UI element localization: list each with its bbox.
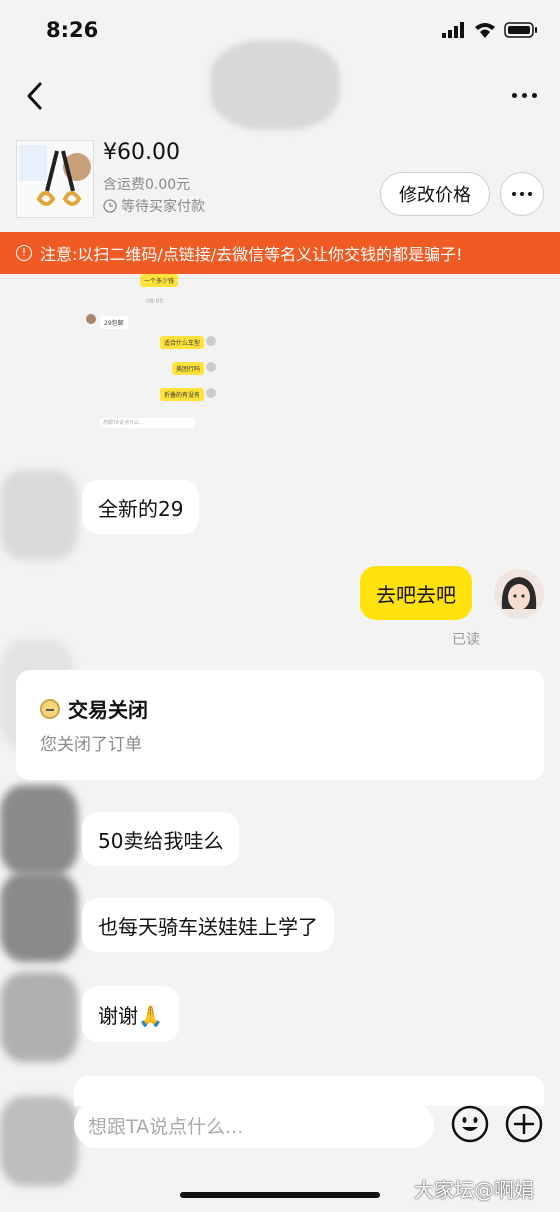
product-thumbnail[interactable] (16, 140, 94, 218)
mini-time: 08:00 (146, 298, 164, 305)
order-closed-subtitle: 您关闭了订单 (40, 735, 142, 755)
plus-icon[interactable] (504, 1104, 544, 1144)
more-options-icon[interactable] (504, 80, 544, 110)
mini-bubble: 一个多少钱 (140, 274, 179, 287)
scam-warning-banner: ! 注意:以扫二维码/点链接/去微信等名义让你交钱的都是骗子! (0, 232, 560, 274)
warning-text: 注意:以扫二维码/点链接/去微信等名义让你交钱的都是骗子! (40, 245, 463, 264)
smudge (210, 40, 340, 130)
warning-icon: ! (16, 245, 32, 261)
chat-message[interactable]: 去吧去吧 (360, 566, 472, 620)
avatar[interactable] (0, 1096, 78, 1186)
watermark-text: 大家坛@啊娟 (414, 1178, 534, 1202)
shared-screenshot-image[interactable]: 一个多少钱 08:00 29包邮 适合什么车型 美团行吗 折叠的有没有 想跟TA… (80, 274, 230, 434)
signal-icon (442, 22, 464, 38)
read-status: 已读 (452, 632, 480, 648)
shipping-text: 含运费0.00元 (103, 177, 191, 193)
order-status: 等待买家付款 (103, 196, 205, 216)
order-closed-label: 交易关闭 (68, 698, 148, 722)
wifi-icon (475, 23, 495, 38)
back-icon[interactable] (20, 78, 56, 114)
mini-msg-2: 美团行吗 (172, 362, 205, 375)
order-closed-card[interactable]: 交易关闭 您关闭了订单 (16, 670, 544, 780)
mini-msg-3: 折叠的有没有 (160, 388, 205, 401)
mini-input: 想跟TA说点什么... (100, 418, 195, 428)
chat-message[interactable]: 全新的29 (82, 480, 200, 534)
order-closed-title: 交易关闭 (40, 694, 148, 723)
avatar[interactable] (0, 785, 78, 875)
avatar[interactable] (494, 569, 544, 619)
closed-status-icon (40, 698, 60, 719)
product-price: ¥60.00 (103, 140, 180, 165)
emoji-icon[interactable] (450, 1104, 490, 1144)
status-icons (442, 22, 538, 38)
home-indicator (180, 1192, 380, 1198)
battery-icon (504, 22, 537, 38)
chat-message[interactable]: 50卖给我哇么 (82, 812, 240, 866)
order-status-label: 等待买家付款 (121, 199, 205, 215)
clock-icon (103, 199, 117, 213)
mini-user-msg: 29包邮 (100, 316, 128, 329)
chat-message[interactable]: 也每天骑车送娃娃上学了 (82, 898, 334, 952)
mini-msg-1: 适合什么车型 (160, 336, 205, 349)
chat-message[interactable]: 谢谢🙏 (82, 986, 179, 1042)
status-time: 8:26 (46, 18, 99, 42)
avatar[interactable] (0, 872, 78, 962)
edit-price-button[interactable]: 修改价格 (380, 172, 490, 216)
message-input[interactable]: 想跟TA说点什么... (74, 1102, 434, 1148)
avatar[interactable] (0, 972, 78, 1062)
avatar[interactable] (0, 470, 78, 560)
product-more-button[interactable] (500, 172, 544, 216)
